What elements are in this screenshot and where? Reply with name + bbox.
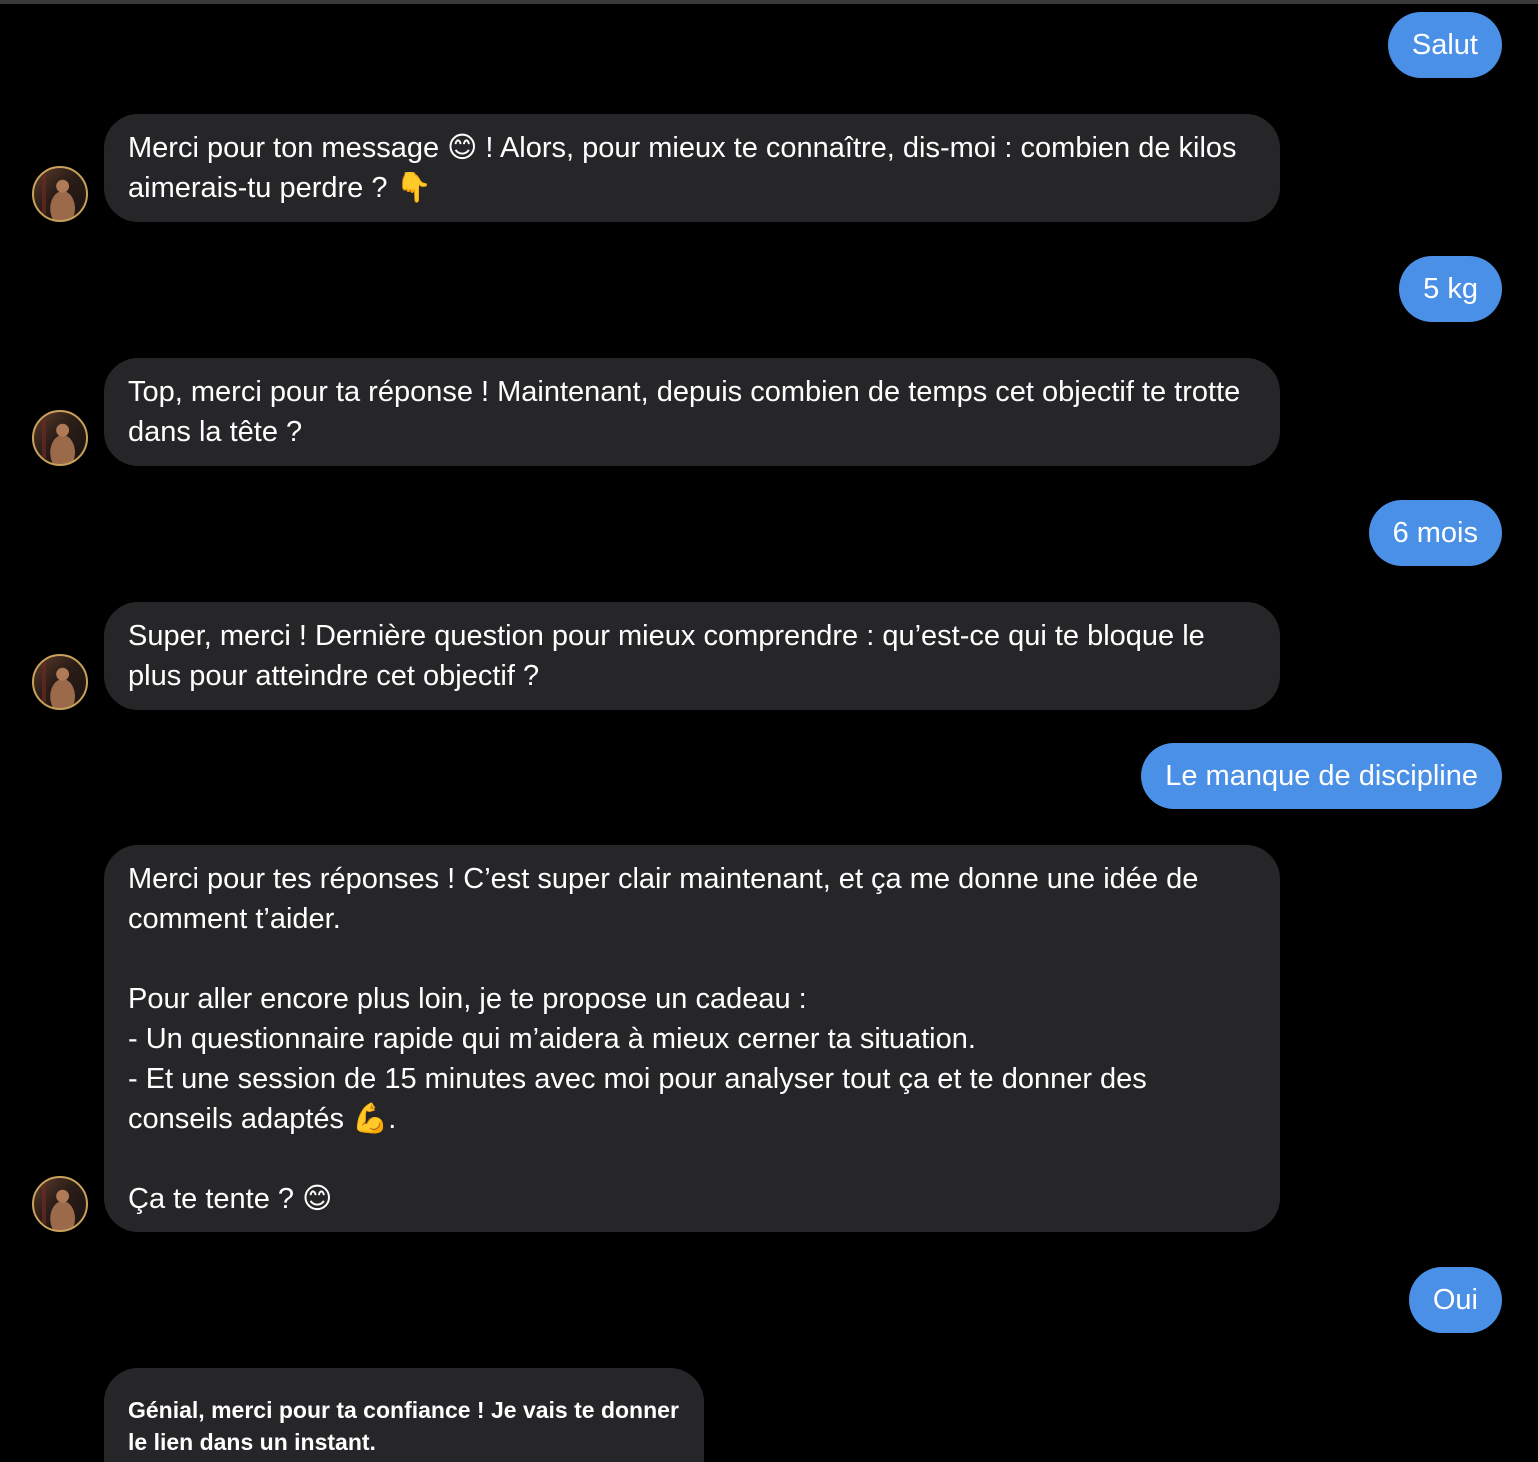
incoming-message[interactable]: Merci pour ton message 😊 ! Alors, pour m…	[104, 114, 1280, 222]
outgoing-message[interactable]: 5 kg	[1399, 256, 1502, 322]
outgoing-message[interactable]: Le manque de discipline	[1141, 743, 1502, 809]
window-top-border	[0, 0, 1538, 4]
outgoing-message[interactable]: 6 mois	[1368, 500, 1502, 566]
sender-avatar[interactable]	[32, 1176, 88, 1232]
sender-avatar[interactable]	[32, 654, 88, 710]
outgoing-message[interactable]: Oui	[1408, 1267, 1502, 1333]
sender-avatar[interactable]	[32, 410, 88, 466]
outgoing-message[interactable]: Salut	[1387, 12, 1502, 78]
incoming-message[interactable]: Merci pour tes réponses ! C’est super cl…	[104, 845, 1280, 1232]
incoming-message[interactable]: Super, merci ! Dernière question pour mi…	[104, 602, 1280, 710]
incoming-message[interactable]: Top, merci pour ta réponse ! Maintenant,…	[104, 358, 1280, 466]
sender-avatar[interactable]	[32, 166, 88, 222]
incoming-message[interactable]: Génial, merci pour ta confiance ! Je vai…	[104, 1368, 704, 1462]
